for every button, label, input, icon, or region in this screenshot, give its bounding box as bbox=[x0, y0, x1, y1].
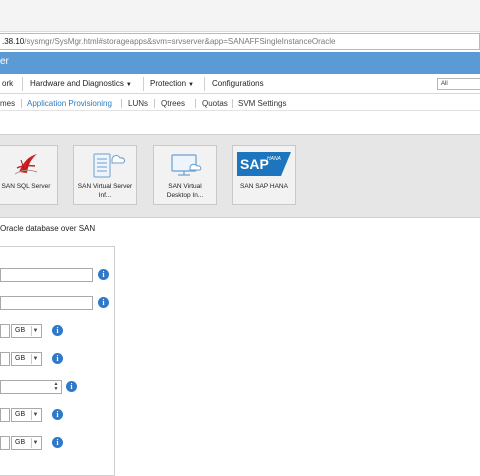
subnav-svm-settings[interactable]: SVM Settings bbox=[238, 99, 286, 108]
menu-hardware-diagnostics[interactable]: Hardware and Diagnostics ▼ bbox=[30, 79, 132, 88]
info-icon[interactable]: i bbox=[98, 269, 109, 280]
subnav-divider bbox=[195, 99, 196, 108]
section-title: Oracle database over SAN bbox=[0, 224, 96, 233]
subnav-application-provisioning[interactable]: Application Provisioning bbox=[27, 99, 112, 108]
size-number-field[interactable] bbox=[0, 408, 10, 422]
sap-hana-icon: SAP HANA bbox=[233, 150, 295, 178]
chevron-down-icon: ▼ bbox=[31, 354, 39, 364]
subnav-divider bbox=[232, 99, 233, 108]
subnav-divider bbox=[121, 99, 122, 108]
address-bar[interactable]: .38.10/sysmgr/SysMgr.html#storageapps&sv… bbox=[0, 33, 480, 50]
template-virtual-desktop[interactable]: SAN Virtual Desktop In... bbox=[153, 145, 217, 205]
subnav-divider bbox=[154, 99, 155, 108]
subnav-qtrees[interactable]: Qtrees bbox=[161, 99, 185, 108]
svg-text:HANA: HANA bbox=[267, 156, 282, 162]
stepper-arrows-icon[interactable]: ▲ ▼ bbox=[52, 382, 60, 392]
size-number-field[interactable] bbox=[0, 352, 10, 366]
size-unit-select[interactable]: GB ▼ bbox=[11, 408, 42, 422]
size-number-field[interactable] bbox=[0, 324, 10, 338]
size-unit-select[interactable]: GB ▼ bbox=[11, 324, 42, 338]
info-icon[interactable]: i bbox=[52, 353, 63, 364]
dropdown-caret-icon: ▼ bbox=[125, 82, 132, 88]
template-sap-hana[interactable]: SAP HANA SAN SAP HANA bbox=[232, 145, 296, 205]
menu-divider bbox=[22, 77, 23, 91]
dropdown-caret-icon: ▼ bbox=[188, 82, 194, 88]
size-number-field[interactable] bbox=[0, 436, 10, 450]
info-icon[interactable]: i bbox=[52, 437, 63, 448]
chevron-down-icon: ▼ bbox=[31, 438, 39, 448]
info-icon[interactable]: i bbox=[52, 409, 63, 420]
virtual-desktop-icon bbox=[154, 150, 216, 178]
menu-divider bbox=[143, 77, 144, 91]
svg-text:SAP: SAP bbox=[240, 156, 269, 172]
template-label: SAN SQL Server bbox=[1, 183, 51, 190]
database-name-field[interactable] bbox=[0, 268, 93, 282]
count-stepper[interactable]: ▲ ▼ bbox=[0, 380, 62, 394]
app-title: er bbox=[0, 56, 9, 67]
template-virtual-server[interactable]: SAN Virtual Server Inf... bbox=[73, 145, 137, 205]
template-sql-server[interactable]: SAN SQL Server bbox=[0, 145, 58, 205]
size-unit-select[interactable]: GB ▼ bbox=[11, 436, 42, 450]
menu-divider bbox=[204, 77, 205, 91]
template-label: SAN SAP HANA bbox=[240, 183, 288, 190]
menu-network[interactable]: ork bbox=[2, 79, 13, 88]
subnav-divider bbox=[21, 99, 22, 108]
info-icon[interactable]: i bbox=[66, 381, 77, 392]
info-icon[interactable]: i bbox=[52, 325, 63, 336]
menu-configurations[interactable]: Configurations bbox=[212, 79, 264, 88]
template-gallery: SAN SQL Server SAN Virtual Server Inf... bbox=[0, 134, 480, 218]
chevron-down-icon: ▼ bbox=[31, 410, 39, 420]
size-unit-select[interactable]: GB ▼ bbox=[11, 352, 42, 366]
virtual-server-icon bbox=[74, 150, 136, 178]
browser-top-area bbox=[0, 0, 480, 32]
subnav-quotas[interactable]: Quotas bbox=[202, 99, 228, 108]
template-label: SAN Virtual Server Inf... bbox=[77, 183, 133, 199]
app-title-bar: er bbox=[0, 52, 480, 74]
template-label: SAN Virtual Desktop In... bbox=[166, 183, 204, 199]
info-icon[interactable]: i bbox=[98, 297, 109, 308]
chevron-down-icon: ▼ bbox=[31, 326, 39, 336]
url-text[interactable]: .38.10/sysmgr/SysMgr.html#storageapps&sv… bbox=[2, 37, 335, 46]
subnav-volumes[interactable]: mes bbox=[0, 99, 15, 108]
subnav-luns[interactable]: LUNs bbox=[128, 99, 148, 108]
scope-select[interactable]: All bbox=[437, 78, 480, 90]
sub-navigation: mes Application Provisioning LUNs Qtrees… bbox=[0, 95, 480, 111]
menu-protection[interactable]: Protection ▼ bbox=[150, 79, 194, 88]
database-size-field[interactable] bbox=[0, 296, 93, 310]
main-menu-bar: ork Hardware and Diagnostics ▼ Protection… bbox=[0, 74, 480, 94]
sql-server-icon bbox=[0, 150, 57, 178]
